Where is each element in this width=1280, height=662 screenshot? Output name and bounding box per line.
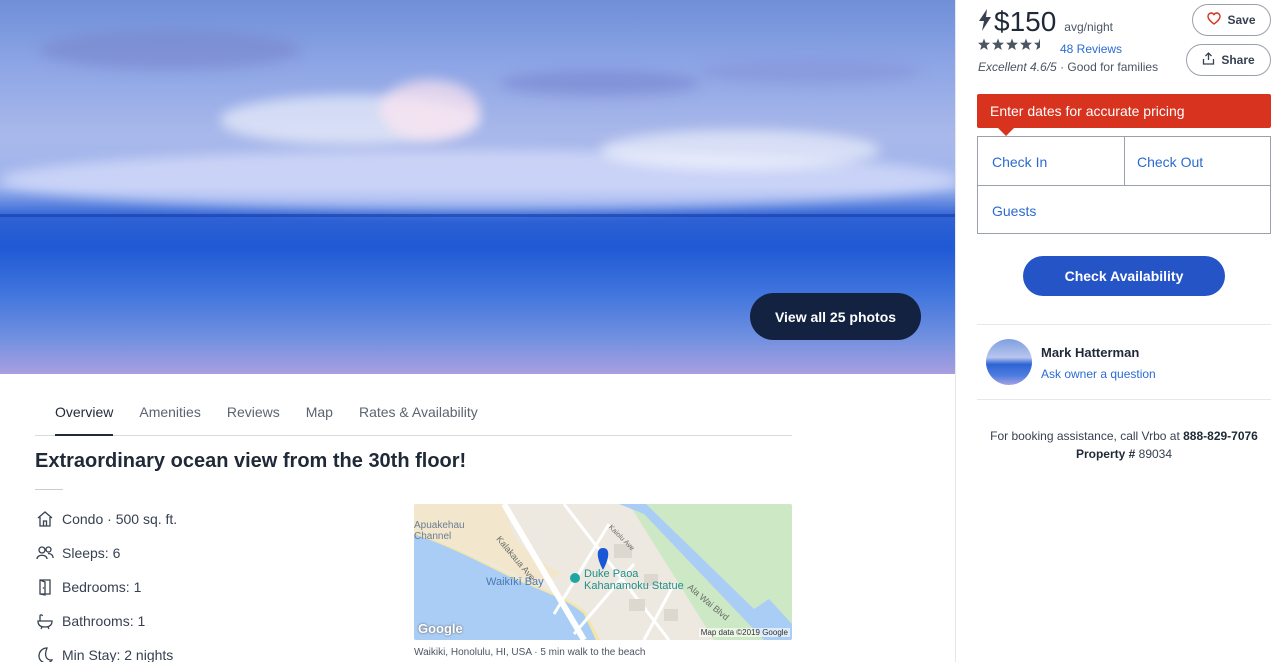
fact-label: Sleeps: 6 <box>62 545 121 561</box>
horizon-line <box>0 214 955 217</box>
save-button[interactable]: Save <box>1192 4 1271 36</box>
tab-overview[interactable]: Overview <box>55 388 114 436</box>
bath-icon <box>35 611 55 631</box>
fact-label: Bathrooms: 1 <box>62 613 146 629</box>
reviews-link[interactable]: 48 Reviews <box>1060 42 1122 56</box>
people-icon <box>35 543 55 563</box>
moon-icon <box>35 645 55 662</box>
tab-reviews[interactable]: Reviews <box>227 388 280 436</box>
check-in-field[interactable]: Check In <box>992 154 1047 170</box>
assistance-prefix: For booking assistance, call Vrbo at <box>990 429 1180 443</box>
fact-bedrooms: Bedrooms: 1 <box>35 570 177 604</box>
map-label-waikiki-bay: Waikīkī Bay <box>486 576 544 588</box>
sidebar-divider <box>977 399 1271 400</box>
save-label: Save <box>1227 13 1256 27</box>
sidebar-divider <box>977 324 1271 325</box>
home-icon <box>35 509 55 529</box>
map-label-channel: Apuakehau Channel <box>414 520 465 542</box>
rating-tagline: · Good for families <box>1060 60 1159 74</box>
cloud <box>40 30 300 70</box>
fact-min-stay: Min Stay: 2 nights <box>35 638 177 662</box>
fact-label: Bedrooms: 1 <box>62 579 142 595</box>
booking-assistance: For booking assistance, call Vrbo at 888… <box>977 427 1271 463</box>
instant-book-icon <box>978 9 992 37</box>
cloud <box>700 60 920 84</box>
cloud <box>500 70 700 96</box>
booking-form: Check In Check Out Guests <box>977 136 1271 234</box>
hero-photo[interactable]: View all 25 photos <box>0 0 955 374</box>
share-button[interactable]: Share <box>1186 44 1271 76</box>
rating-text: Excellent 4.6/5 <box>978 60 1057 74</box>
cloud <box>380 80 480 140</box>
alert-pointer <box>998 128 1014 136</box>
rating-stars <box>978 38 1050 55</box>
map-caption: Waikiki, Honolulu, HI, USA · 5 min walk … <box>414 647 646 658</box>
title-divider <box>35 489 63 490</box>
fact-property-type: Condo · 500 sq. ft. <box>35 502 177 536</box>
column-divider <box>955 0 956 662</box>
tab-map[interactable]: Map <box>306 388 333 436</box>
form-divider <box>1124 137 1125 185</box>
listing-page: View all 25 photos Overview Amenities Re… <box>0 0 1280 662</box>
price-row: $150 avg/night <box>978 6 1113 38</box>
ask-owner-link[interactable]: Ask owner a question <box>1041 367 1156 381</box>
assistance-phone: 888-829-7076 <box>1183 429 1258 443</box>
property-number-line: Property # 89034 <box>977 445 1271 463</box>
fact-bathrooms: Bathrooms: 1 <box>35 604 177 638</box>
door-icon <box>35 577 55 597</box>
fact-label: Condo · 500 sq. ft. <box>62 511 178 527</box>
assistance-line: For booking assistance, call Vrbo at 888… <box>977 427 1271 445</box>
fact-label: Min Stay: 2 nights <box>62 647 174 662</box>
share-icon <box>1202 52 1215 68</box>
listing-title: Extraordinary ocean view from the 30th f… <box>35 450 467 472</box>
form-divider <box>978 185 1270 186</box>
tab-rates-availability[interactable]: Rates & Availability <box>359 388 478 436</box>
heart-icon <box>1207 12 1222 28</box>
rating-summary: Excellent 4.6/5 · Good for families <box>978 60 1158 74</box>
location-map[interactable]: Apuakehau Channel Kalakaua Ave Kaiolu Av… <box>414 504 792 640</box>
owner-name: Mark Hatterman <box>1041 345 1140 360</box>
map-label-statue: Duke Paoa Kahanamoku Statue <box>584 568 684 592</box>
view-all-photos-button[interactable]: View all 25 photos <box>750 293 921 340</box>
fact-sleeps: Sleeps: 6 <box>35 536 177 570</box>
check-out-field[interactable]: Check Out <box>1137 154 1203 170</box>
nightly-price: $150 <box>994 6 1057 37</box>
google-logo: Google <box>418 621 463 636</box>
share-label: Share <box>1221 53 1255 67</box>
property-label: Property # <box>1075 447 1136 461</box>
map-attribution: Map data ©2019 Google <box>698 628 790 637</box>
pricing-alert: Enter dates for accurate pricing <box>977 94 1271 128</box>
guests-field[interactable]: Guests <box>992 203 1036 219</box>
section-tabs: Overview Amenities Reviews Map Rates & A… <box>35 388 792 436</box>
tab-amenities[interactable]: Amenities <box>139 388 200 436</box>
price-unit: avg/night <box>1064 20 1113 34</box>
check-availability-button[interactable]: Check Availability <box>1023 256 1225 296</box>
cloud <box>600 130 880 170</box>
property-number: 89034 <box>1138 447 1173 461</box>
owner-avatar <box>986 339 1032 385</box>
listing-facts: Condo · 500 sq. ft. Sleeps: 6 Bedrooms: … <box>35 502 177 662</box>
star-icons <box>978 38 1040 50</box>
